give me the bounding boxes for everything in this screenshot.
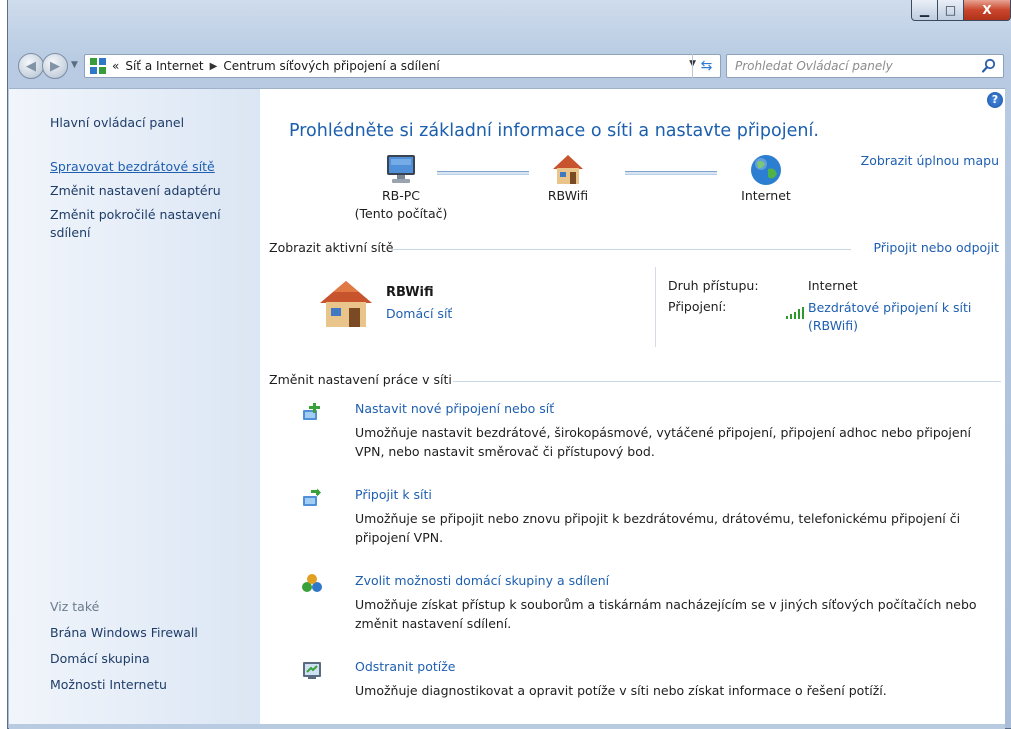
map-connector	[437, 171, 529, 175]
homegroup-sharing-description: Umožňuje získat přístup k souborům a tis…	[355, 597, 977, 631]
wireless-connection-link[interactable]: Bezdrátové připojení k síti (RBWifi)	[808, 299, 971, 335]
section-divider	[453, 381, 1001, 382]
arrow-left-icon: ◀	[26, 58, 36, 74]
computer-icon	[387, 155, 415, 183]
minimize-button[interactable]: ▁	[911, 0, 938, 21]
troubleshoot-link[interactable]: Odstranit potíže	[355, 659, 455, 674]
connect-network-link[interactable]: Připojit k síti	[355, 487, 432, 502]
change-settings-heading: Změnit nastavení práce v síti	[269, 372, 452, 387]
map-node-router-label: RBWifi	[547, 188, 589, 203]
wireless-connection-name: Bezdrátové připojení k síti	[808, 300, 972, 315]
connect-disconnect-link[interactable]: Připojit nebo odpojit	[873, 240, 999, 255]
sidebar: Hlavní ovládací panel Spravovat bezdráto…	[9, 89, 260, 724]
troubleshoot-icon	[303, 662, 321, 679]
map-node-router[interactable]: RBWifi	[533, 153, 603, 205]
refresh-icon: ⇆	[700, 58, 713, 74]
house-icon	[553, 155, 583, 184]
title-bar[interactable]: ▁ □ X	[8, 0, 1011, 44]
content-pane: Hlavní ovládací panel Spravovat bezdráto…	[9, 88, 1005, 724]
map-node-computer-sublabel: (Tento počítač)	[354, 206, 448, 221]
sidebar-item-adapter-settings[interactable]: Změnit nastavení adaptéru	[50, 182, 221, 200]
globe-icon	[751, 155, 781, 185]
network-type-link[interactable]: Domácí síť	[386, 306, 452, 321]
sidebar-item-internet-options[interactable]: Možnosti Internetu	[50, 676, 167, 694]
breadcrumb-overflow[interactable]: «	[112, 59, 119, 73]
connection-label: Připojení:	[668, 299, 727, 314]
access-type-value: Internet	[808, 278, 858, 293]
homegroup-sharing-link[interactable]: Zvolit možnosti domácí skupiny a sdílení	[355, 573, 609, 588]
vertical-divider	[655, 267, 656, 347]
homegroup-icon	[302, 574, 322, 592]
setup-connection-description: Umožňuje nastavit bezdrátové, širokopásm…	[355, 425, 971, 459]
connect-network-description: Umožňuje se připojit nebo znovu připojit…	[355, 511, 961, 545]
address-bar[interactable]: « Síť a Internet ▶ Centrum síťových přip…	[84, 54, 721, 78]
recent-pages-dropdown[interactable]: ▼	[71, 60, 78, 70]
section-divider	[391, 249, 851, 250]
window-controls: ▁ □ X	[911, 0, 1011, 21]
connect-network-icon	[303, 488, 321, 506]
access-type-label: Druh přístupu:	[668, 278, 759, 293]
troubleshoot-description: Umožňuje diagnostikovat a opravit potíže…	[355, 683, 887, 698]
task-setup-connection: Nastavit nové připojení nebo síť Umožňuj…	[301, 401, 1001, 461]
search-input[interactable]: Prohledat Ovládací panely	[726, 54, 1004, 78]
arrow-right-icon: ▶	[50, 58, 60, 74]
sidebar-item-firewall[interactable]: Brána Windows Firewall	[50, 624, 198, 642]
window-frame: ▁ □ X ◀ ▶ ▼ « Síť a Internet ▶ Centrum s…	[7, 0, 1011, 729]
wireless-connection-ssid: (RBWifi)	[808, 318, 858, 333]
breadcrumb-network-sharing-center[interactable]: Centrum síťových připojení a sdílení	[223, 59, 439, 73]
map-node-internet-label: Internet	[741, 188, 791, 203]
close-button[interactable]: X	[964, 0, 1011, 21]
sidebar-item-control-panel-home[interactable]: Hlavní ovládací panel	[50, 114, 184, 132]
see-also-heading: Viz také	[50, 599, 100, 614]
task-troubleshoot: Odstranit potíže Umožňuje diagnostikovat…	[301, 659, 1001, 703]
navigation-bar: ◀ ▶ ▼ « Síť a Internet ▶ Centrum síťovýc…	[8, 50, 1011, 84]
map-node-computer: RB-PC (Tento počítač)	[349, 153, 453, 223]
map-node-internet[interactable]: Internet	[731, 153, 801, 205]
sidebar-item-homegroup[interactable]: Domácí skupina	[50, 650, 150, 668]
network-name: RBWifi	[386, 285, 434, 300]
back-button[interactable]: ◀	[18, 53, 44, 79]
search-icon[interactable]	[981, 58, 997, 74]
help-button[interactable]: ?	[987, 92, 1003, 108]
forward-button[interactable]: ▶	[42, 53, 68, 79]
main-content: ? Prohlédněte si základní informace o sí…	[261, 89, 1005, 724]
control-panel-icon	[90, 58, 106, 74]
view-full-map-link[interactable]: Zobrazit úplnou mapu	[861, 153, 999, 168]
setup-connection-link[interactable]: Nastavit nové připojení nebo síť	[355, 401, 554, 416]
new-connection-icon	[303, 403, 320, 420]
breadcrumb-network-internet[interactable]: Síť a Internet	[125, 59, 203, 73]
task-connect-network: Připojit k síti Umožňuje se připojit neb…	[301, 487, 1001, 547]
home-network-icon	[320, 281, 372, 327]
page-title: Prohlédněte si základní informace o síti…	[289, 121, 819, 141]
task-homegroup: Zvolit možnosti domácí skupiny a sdílení…	[301, 573, 1001, 633]
active-networks-heading: Zobrazit aktivní sítě	[269, 240, 394, 255]
window-bottom-border	[9, 724, 1005, 729]
wifi-signal-icon	[786, 307, 804, 319]
map-connector	[625, 171, 717, 175]
map-node-computer-label: RB-PC	[381, 188, 421, 203]
maximize-button[interactable]: □	[938, 0, 964, 21]
search-placeholder: Prohledat Ovládací panely	[735, 59, 893, 73]
sidebar-item-advanced-sharing[interactable]: Změnit pokročilé nastavení sdílení	[50, 206, 240, 242]
chevron-right-icon[interactable]: ▶	[210, 61, 218, 72]
refresh-button[interactable]: ⇆	[692, 54, 720, 78]
sidebar-item-manage-wireless[interactable]: Spravovat bezdrátové sítě	[50, 158, 215, 176]
